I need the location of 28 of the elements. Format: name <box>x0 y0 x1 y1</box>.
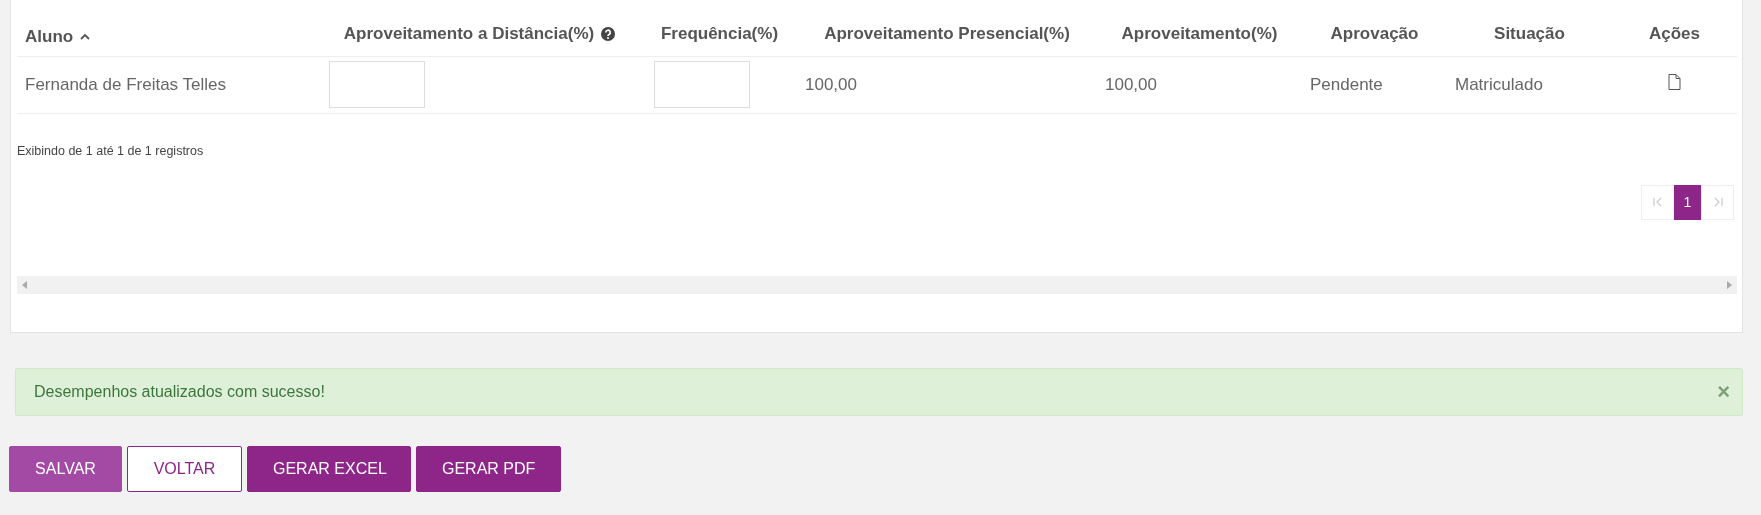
action-button[interactable]: GERAR PDF <box>416 446 561 492</box>
table-cell: Matriculado <box>1455 74 1543 94</box>
input-field[interactable] <box>654 61 750 108</box>
column-header[interactable]: Aproveitamento a Distância(%) <box>343 24 595 44</box>
input-field[interactable] <box>329 61 425 108</box>
action-button[interactable]: SALVAR <box>9 446 122 492</box>
column-header[interactable]: Aluno <box>25 27 74 47</box>
document-icon[interactable] <box>1668 74 1681 90</box>
records-info: Exibindo de 1 até 1 de 1 registros <box>17 143 204 158</box>
alert-message: Desempenhos atualizados com sucesso! <box>34 383 325 401</box>
column-header[interactable]: Aprovação <box>1330 24 1419 44</box>
page-button[interactable]: 1 <box>1674 184 1701 220</box>
sort-icon[interactable] <box>80 33 91 41</box>
column-header[interactable]: Aproveitamento Presencial(%) <box>824 24 1070 44</box>
column-header[interactable]: Aproveitamento(%) <box>1121 24 1278 44</box>
last-page-icon <box>1712 197 1723 207</box>
table-cell: Fernanda de Freitas Telles <box>25 74 226 94</box>
scroll-right-icon[interactable] <box>1726 280 1732 289</box>
column-header[interactable]: Situação <box>1494 24 1565 44</box>
column-header[interactable]: Frequência(%) <box>660 24 779 44</box>
table-cell: 100,00 <box>1105 74 1157 94</box>
column-header[interactable]: Ações <box>1649 24 1700 44</box>
first-page-icon <box>1652 197 1663 207</box>
table-cell: 100,00 <box>805 74 857 94</box>
action-button[interactable]: VOLTAR <box>127 446 242 492</box>
table-cell: Pendente <box>1310 74 1383 94</box>
scroll-left-icon[interactable] <box>22 280 28 289</box>
action-button[interactable]: GERAR EXCEL <box>247 446 411 492</box>
